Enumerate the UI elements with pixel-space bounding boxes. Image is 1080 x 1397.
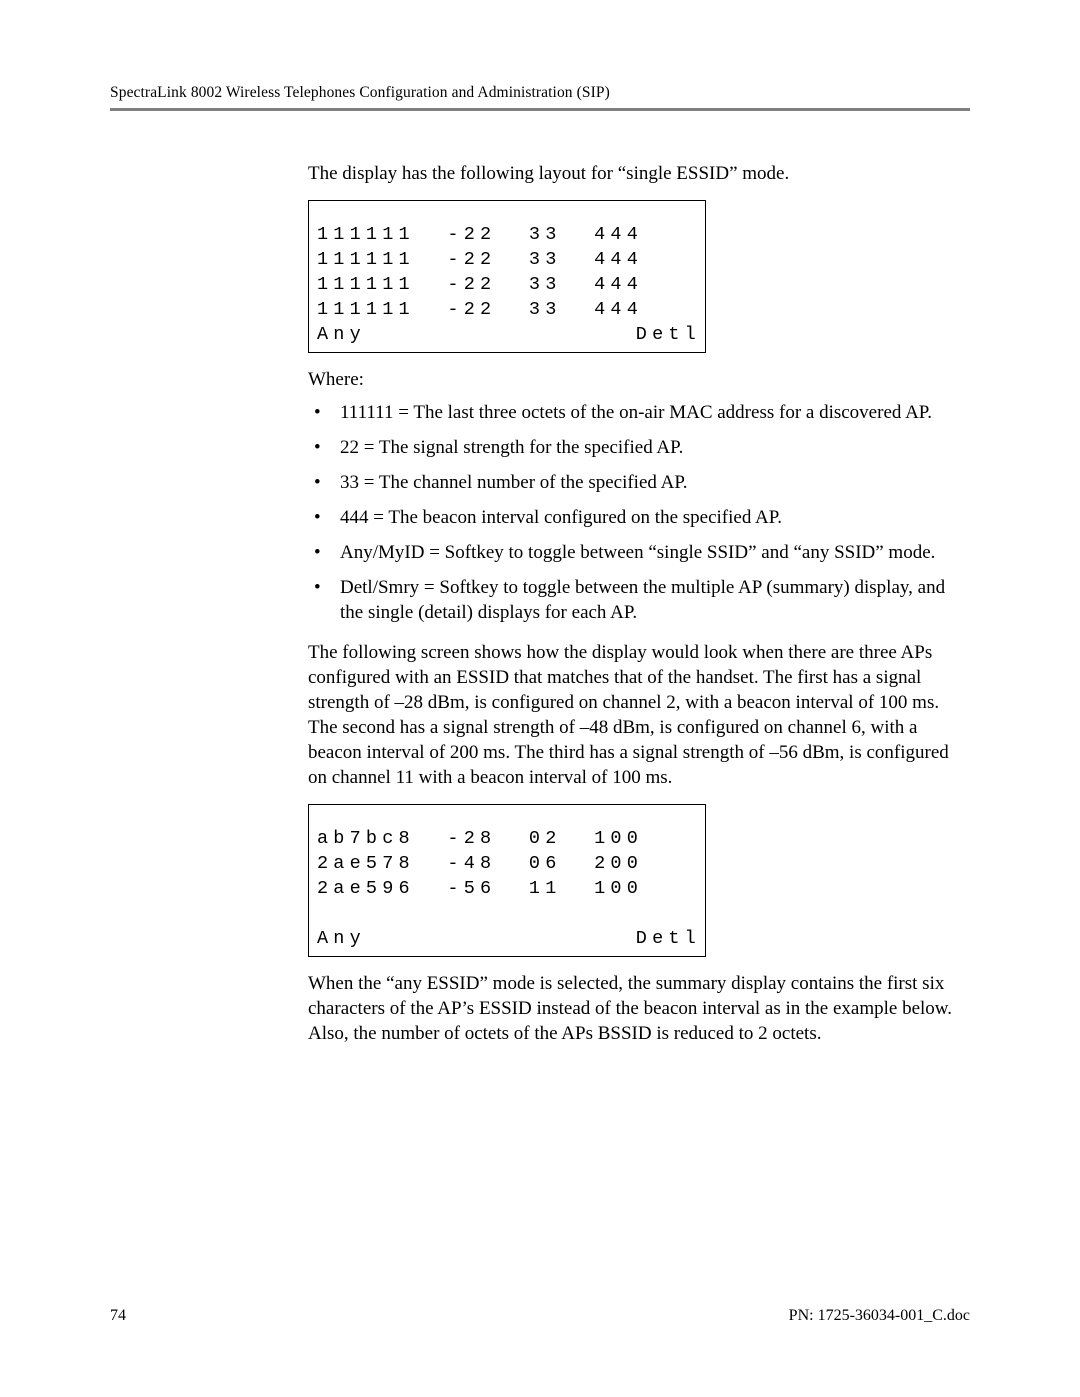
example-row: 2ae578 -48 06 200 <box>317 852 697 877</box>
softkey-right: Detl <box>636 927 701 952</box>
layout-row: 111111 -22 33 444 <box>317 273 697 298</box>
where-list: 111111 = The last three octets of the on… <box>308 400 962 626</box>
softkey-row: Any Detl <box>317 323 697 348</box>
header-rule <box>110 108 970 111</box>
softkey-row: Any Detl <box>317 927 697 952</box>
content-area: The display has the following layout for… <box>308 161 962 1046</box>
page-footer: 74 PN: 1725-36034-001_C.doc <box>110 1307 970 1325</box>
doc-id: PN: 1725-36034-001_C.doc <box>789 1307 970 1325</box>
page-number: 74 <box>110 1307 126 1325</box>
intro-paragraph: The display has the following layout for… <box>308 161 962 186</box>
list-item: Detl/Smry = Softkey to toggle between th… <box>308 575 962 625</box>
list-item: 111111 = The last three octets of the on… <box>308 400 962 425</box>
softkey-left: Any <box>317 927 366 952</box>
example-row: ab7bc8 -28 02 100 <box>317 827 697 852</box>
closing-paragraph: When the “any ESSID” mode is selected, t… <box>308 971 962 1046</box>
page-header: SpectraLink 8002 Wireless Telephones Con… <box>110 84 970 108</box>
page: SpectraLink 8002 Wireless Telephones Con… <box>0 0 1080 1397</box>
example-row: 2ae596 -56 11 100 <box>317 877 697 902</box>
layout-row: 111111 -22 33 444 <box>317 248 697 273</box>
header-title: SpectraLink 8002 Wireless Telephones Con… <box>110 84 610 101</box>
softkey-left: Any <box>317 323 366 348</box>
softkey-right: Detl <box>636 323 701 348</box>
list-item: 444 = The beacon interval configured on … <box>308 505 962 530</box>
layout-row: 111111 -22 33 444 <box>317 298 697 323</box>
layout-row: 111111 -22 33 444 <box>317 223 697 248</box>
example-display-box: ab7bc8 -28 02 100 2ae578 -48 06 200 2ae5… <box>308 804 706 957</box>
example-paragraph: The following screen shows how the displ… <box>308 640 962 790</box>
list-item: 22 = The signal strength for the specifi… <box>308 435 962 460</box>
list-item: 33 = The channel number of the specified… <box>308 470 962 495</box>
where-label: Where: <box>308 367 962 392</box>
list-item: Any/MyID = Softkey to toggle between “si… <box>308 540 962 565</box>
example-row-blank <box>317 902 697 927</box>
layout-display-box: 111111 -22 33 444 111111 -22 33 444 1111… <box>308 200 706 353</box>
